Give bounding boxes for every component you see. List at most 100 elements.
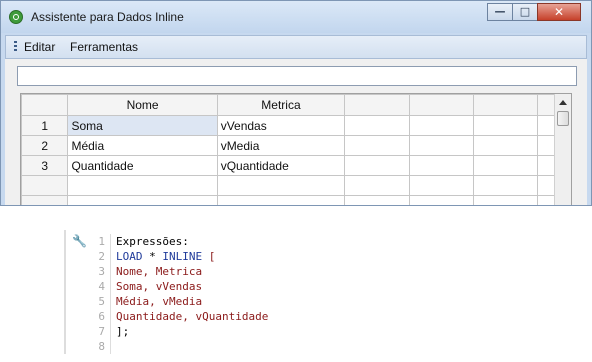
cell-edit-input[interactable] <box>17 66 577 86</box>
line-number: 5 <box>98 295 105 308</box>
scroll-up-icon[interactable] <box>559 100 567 105</box>
cell-empty[interactable] <box>344 115 410 136</box>
code-text: * <box>142 250 163 263</box>
inline-data-wizard-window: Assistente para Dados Inline — □ ✕ Edita… <box>0 0 592 206</box>
cell-empty[interactable] <box>344 135 410 156</box>
code-keyword: LOAD <box>116 250 143 263</box>
code-line: 3 Nome, Metrica <box>90 264 268 279</box>
gutter-separator <box>110 309 111 324</box>
minimize-icon: — <box>494 5 506 18</box>
table-row-empty <box>21 195 571 205</box>
wizard-content: Nome Metrica 1 Soma vVendas 2 Média vMed… <box>5 59 587 205</box>
menu-editar[interactable]: Editar <box>24 40 55 54</box>
row-number[interactable]: 1 <box>21 115 69 136</box>
code-line: 5 Média, vMedia <box>90 294 268 309</box>
code-string: [ <box>202 250 216 263</box>
data-table: Nome Metrica 1 Soma vVendas 2 Média vMed… <box>21 94 571 205</box>
cell-empty[interactable] <box>408 175 474 196</box>
code-line: 8 <box>90 339 268 354</box>
close-button[interactable]: ✕ <box>537 3 581 21</box>
gutter-separator <box>110 234 111 249</box>
cell-empty[interactable] <box>344 195 410 205</box>
wrench-icon: 🔧 <box>72 234 87 248</box>
minimize-button[interactable]: — <box>487 3 513 21</box>
vertical-scrollbar[interactable] <box>554 94 571 205</box>
load-script-code-block: 🔧 1 Expressões: 2 LOAD * INLINE [3 Nome, Met… <box>64 230 364 356</box>
code-text: ]; <box>116 325 130 338</box>
code-string: Nome, Metrica <box>116 265 203 278</box>
cell-empty[interactable] <box>472 195 539 205</box>
cell-empty[interactable] <box>216 175 346 196</box>
cell-empty[interactable] <box>408 195 474 205</box>
column-header-empty[interactable] <box>408 94 474 116</box>
code-line: 1 Expressões: <box>90 234 268 249</box>
cell-empty[interactable] <box>408 115 474 136</box>
line-number: 4 <box>98 280 105 293</box>
header-row: Nome Metrica <box>21 94 571 116</box>
code-gutter-bar <box>64 230 66 354</box>
code-string: Quantidade, vQuantidade <box>116 310 269 323</box>
gutter-separator <box>110 249 111 264</box>
code-line: 2 LOAD * INLINE [ <box>90 249 268 264</box>
gutter-separator <box>110 294 111 309</box>
table-row: 1 Soma vVendas <box>21 115 571 136</box>
gutter-separator <box>110 264 111 279</box>
column-header-metrica[interactable]: Metrica <box>216 94 346 116</box>
corner-header-cell[interactable] <box>21 94 69 116</box>
line-number: 7 <box>98 325 105 338</box>
cell-empty[interactable] <box>472 135 539 156</box>
scroll-thumb[interactable] <box>557 111 569 126</box>
cell-nome[interactable]: Média <box>67 135 218 156</box>
data-grid: Nome Metrica 1 Soma vVendas 2 Média vMed… <box>20 93 572 205</box>
gutter-separator <box>110 324 111 339</box>
title-bar[interactable]: Assistente para Dados Inline — □ ✕ <box>1 1 591 33</box>
code-string: Média, vMedia <box>116 295 203 308</box>
table-row-empty <box>21 175 571 196</box>
line-number: 3 <box>98 265 105 278</box>
cell-empty[interactable] <box>67 175 218 196</box>
cell-empty[interactable] <box>472 175 539 196</box>
column-header-empty[interactable] <box>344 94 410 116</box>
code-line: 6 Quantidade, vQuantidade <box>90 309 268 324</box>
gutter-separator <box>110 279 111 294</box>
table-row: 2 Média vMedia <box>21 135 571 156</box>
gutter-separator <box>110 339 111 354</box>
column-header-empty[interactable] <box>472 94 539 116</box>
cell-metrica[interactable]: vVendas <box>216 115 346 136</box>
cell-empty[interactable] <box>472 115 539 136</box>
code-lines: 1 Expressões: 2 LOAD * INLINE [3 Nome, Metri… <box>90 234 268 354</box>
cell-empty[interactable] <box>408 135 474 156</box>
cell-empty[interactable] <box>472 155 539 176</box>
maximize-icon: □ <box>519 5 531 18</box>
toolbar-grip-icon[interactable] <box>14 41 17 53</box>
maximize-button[interactable]: □ <box>512 3 538 21</box>
code-line: 4 Soma, vVendas <box>90 279 268 294</box>
code-text: Expressões: <box>116 235 189 248</box>
window-title: Assistente para Dados Inline <box>31 10 184 24</box>
row-number[interactable] <box>21 175 69 196</box>
line-number: 1 <box>98 235 105 248</box>
close-icon: ✕ <box>553 5 565 19</box>
cell-metrica[interactable]: vQuantidade <box>216 155 346 176</box>
row-number[interactable] <box>21 195 69 205</box>
cell-empty[interactable] <box>67 195 218 205</box>
code-string: Soma, vVendas <box>116 280 203 293</box>
column-header-nome[interactable]: Nome <box>67 94 218 116</box>
menu-bar: Editar Ferramentas <box>5 35 587 59</box>
row-number[interactable]: 2 <box>21 135 69 156</box>
cell-empty[interactable] <box>408 155 474 176</box>
window-controls: — □ ✕ <box>487 3 581 21</box>
cell-empty[interactable] <box>344 175 410 196</box>
cell-nome[interactable]: Quantidade <box>67 155 218 176</box>
cell-empty[interactable] <box>344 155 410 176</box>
line-number: 6 <box>98 310 105 323</box>
menu-ferramentas[interactable]: Ferramentas <box>70 40 138 54</box>
qlikview-app-icon <box>9 10 23 24</box>
cell-nome[interactable]: Soma <box>67 115 218 136</box>
code-line: 7]; <box>90 324 268 339</box>
cell-empty[interactable] <box>216 195 346 205</box>
cell-metrica[interactable]: vMedia <box>216 135 346 156</box>
row-number[interactable]: 3 <box>21 155 69 176</box>
line-number: 2 <box>98 250 105 263</box>
code-keyword: INLINE <box>162 250 203 263</box>
